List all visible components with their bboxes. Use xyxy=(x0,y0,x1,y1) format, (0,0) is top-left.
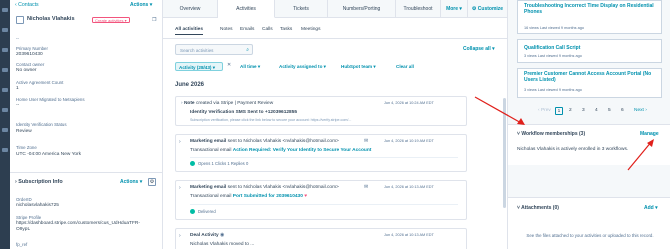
annotation-arrow xyxy=(627,140,653,171)
annotation-arrow xyxy=(474,96,524,125)
annotation-arrows xyxy=(474,96,654,171)
